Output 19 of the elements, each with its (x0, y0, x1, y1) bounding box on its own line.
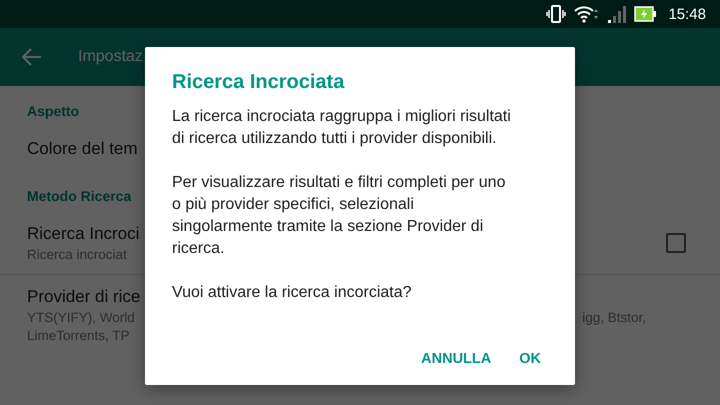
dialog-message: Vuoi attivare la ricerca incorciata? (172, 283, 413, 303)
clock-time: 15:48 (668, 6, 706, 22)
setting-title: Ricerca Incroci (27, 224, 140, 244)
battery-charging-icon (634, 6, 656, 22)
dialog-button[interactable]: ANNULLA (411, 341, 502, 377)
dialog-button[interactable]: OK (509, 341, 551, 377)
setting-title: Colore del tem (27, 139, 138, 159)
signal-icon (608, 5, 626, 23)
app-bar-title: Impostaz (78, 48, 143, 66)
setting-title: Provider di rice (27, 287, 140, 307)
section-header: Aspetto (27, 103, 80, 119)
checkbox[interactable] (666, 233, 686, 253)
section-header: Metodo Ricerca (27, 188, 132, 204)
vibrate-icon (546, 5, 566, 23)
dialog-title: Ricerca Incrociata (172, 71, 346, 94)
back-arrow-icon[interactable] (22, 48, 42, 66)
wifi-icon (574, 5, 600, 23)
dialog-message: Per visualizzare risultati e filtri completi per uno o più provider specifici, selezionali singolarmente tramite la sezione Provider di ricerca. (172, 173, 506, 259)
dialog-message: La ricerca incrociata raggruppa i migliori risultati di ricerca utilizzando tutti i provider disponibili. (172, 107, 512, 149)
